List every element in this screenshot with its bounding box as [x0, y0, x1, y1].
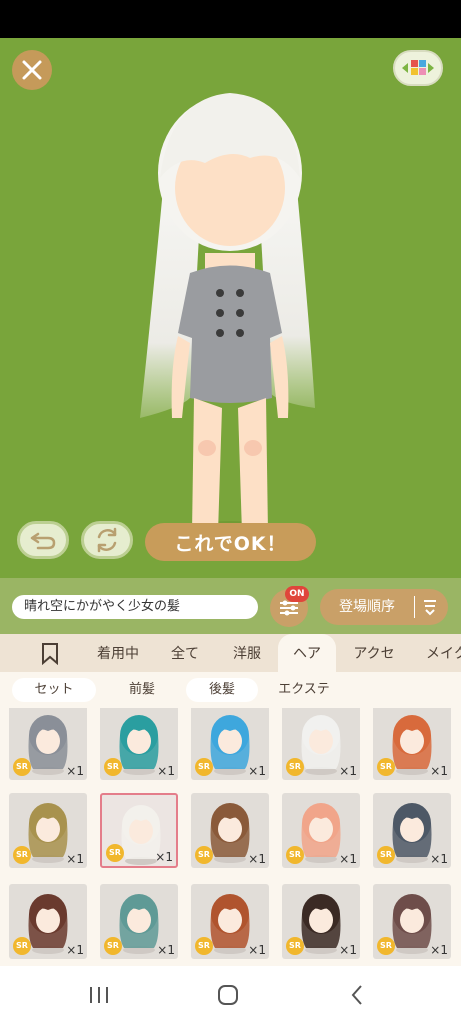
hair-item-card[interactable]: SR ×1 — [191, 708, 269, 780]
color-palette-button[interactable] — [393, 50, 443, 86]
item-count: ×1 — [66, 852, 84, 866]
rarity-badge: SR — [195, 758, 213, 776]
sort-button[interactable]: 登場順序 — [320, 589, 448, 625]
tab-clothes[interactable]: 洋服 — [222, 634, 272, 672]
hair-item-card[interactable]: SR ×1 — [100, 793, 178, 868]
undo-button[interactable] — [17, 521, 69, 559]
avatar-figure — [110, 78, 350, 548]
back-button[interactable] — [342, 980, 372, 1010]
rarity-badge: SR — [104, 937, 122, 955]
item-count: ×1 — [248, 852, 266, 866]
item-count: ×1 — [339, 943, 357, 957]
hair-item-card[interactable]: SR ×1 — [9, 884, 87, 959]
item-count: ×1 — [155, 850, 173, 864]
search-bar: 晴れ空にかがやく少女の髪 ON 登場順序 — [0, 578, 461, 634]
avatar-stage: これでOK！ — [0, 38, 461, 578]
close-icon — [22, 60, 42, 80]
rarity-badge: SR — [104, 758, 122, 776]
item-count: ×1 — [248, 764, 266, 778]
sort-label: 登場順序 — [339, 599, 395, 615]
filter-on-badge: ON — [285, 586, 309, 602]
item-count: ×1 — [66, 764, 84, 778]
undo-icon — [30, 532, 56, 550]
hair-item-card[interactable]: SR ×1 — [282, 708, 360, 780]
rarity-badge: SR — [377, 758, 395, 776]
refresh-icon — [97, 527, 117, 553]
back-chevron-icon — [351, 985, 362, 1005]
subtab-bangs[interactable]: 前髪 — [104, 678, 180, 702]
hair-item-card[interactable]: SR ×1 — [282, 884, 360, 959]
rarity-badge: SR — [286, 846, 304, 864]
tab-accessory[interactable]: アクセ — [345, 634, 403, 672]
palette-icon — [402, 60, 434, 75]
rarity-badge: SR — [13, 758, 31, 776]
tab-bookmark[interactable] — [30, 634, 70, 672]
hair-item-card[interactable]: SR ×1 — [100, 708, 178, 780]
item-count: ×1 — [430, 943, 448, 957]
item-count: ×1 — [248, 943, 266, 957]
rarity-badge: SR — [286, 937, 304, 955]
reset-button[interactable] — [81, 521, 133, 559]
hair-item-card[interactable]: SR ×1 — [282, 793, 360, 868]
subtab-back-hair[interactable]: 後髪 — [186, 678, 258, 702]
tab-hair[interactable]: ヘア — [278, 634, 336, 672]
hair-item-card[interactable]: SR ×1 — [191, 793, 269, 868]
search-input[interactable]: 晴れ空にかがやく少女の髪 — [12, 595, 258, 619]
subtab-set[interactable]: セット — [12, 678, 96, 702]
home-icon — [218, 985, 238, 1005]
item-count: ×1 — [157, 943, 175, 957]
item-count: ×1 — [339, 764, 357, 778]
item-grid: SR ×1 SR ×1 SR ×1 SR ×1 SR ×1 SR ×1 SR ×1 SR ×1 SR ×1 SR ×1… — [0, 708, 461, 966]
hair-item-card[interactable]: SR ×1 — [373, 884, 451, 959]
hair-subtabs: セット 前髪 後髪 エクステ — [0, 672, 461, 708]
subtab-extension[interactable]: エクステ — [264, 678, 344, 702]
close-button[interactable] — [12, 50, 52, 90]
hair-item-card[interactable]: SR ×1 — [100, 884, 178, 959]
item-count: ×1 — [157, 764, 175, 778]
rarity-badge: SR — [377, 937, 395, 955]
home-button[interactable] — [213, 980, 243, 1010]
tab-wearing[interactable]: 着用中 — [88, 634, 148, 672]
hair-item-card[interactable]: SR ×1 — [9, 708, 87, 780]
tab-makeup[interactable]: メイク — [418, 634, 461, 672]
item-count: ×1 — [430, 852, 448, 866]
rarity-badge: SR — [195, 846, 213, 864]
rarity-badge: SR — [377, 846, 395, 864]
item-count: ×1 — [66, 943, 84, 957]
sort-order-icon[interactable] — [420, 597, 440, 617]
rarity-badge: SR — [195, 937, 213, 955]
hair-item-card[interactable]: SR ×1 — [373, 708, 451, 780]
sort-divider — [414, 596, 415, 618]
category-tabs: 着用中 全て 洋服 ヘア アクセ メイク — [0, 634, 461, 672]
confirm-ok-button[interactable]: これでOK！ — [145, 523, 316, 561]
item-count: ×1 — [430, 764, 448, 778]
rarity-badge: SR — [13, 846, 31, 864]
tab-all[interactable]: 全て — [160, 634, 210, 672]
status-bar — [0, 0, 461, 38]
android-nav-bar — [0, 966, 461, 1024]
rarity-badge: SR — [286, 758, 304, 776]
hair-item-card[interactable]: SR ×1 — [191, 884, 269, 959]
recent-apps-icon — [90, 987, 108, 1003]
rarity-badge: SR — [13, 937, 31, 955]
hair-item-card[interactable]: SR ×1 — [9, 793, 87, 868]
recent-apps-button[interactable] — [84, 980, 114, 1010]
item-count: ×1 — [339, 852, 357, 866]
rarity-badge: SR — [106, 844, 124, 862]
bookmark-icon — [42, 643, 58, 666]
hair-item-card[interactable]: SR ×1 — [373, 793, 451, 868]
